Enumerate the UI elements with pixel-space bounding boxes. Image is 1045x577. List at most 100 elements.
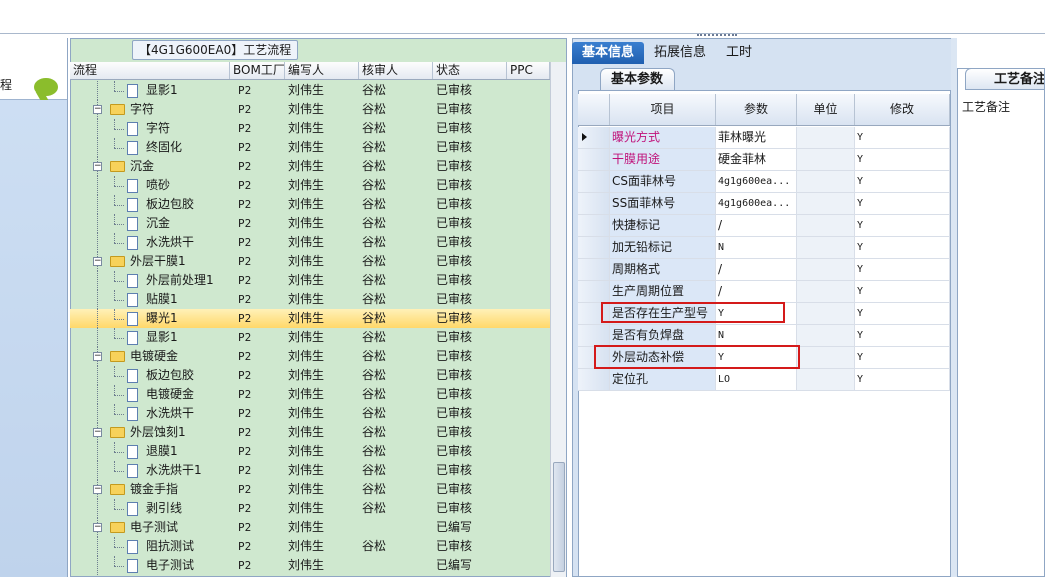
param-value-cell[interactable]: /: [716, 281, 797, 302]
param-value-cell[interactable]: /: [716, 259, 797, 280]
table-row[interactable]: 板边包胶 P2 刘伟生 谷松 已审核: [70, 366, 550, 385]
table-row[interactable]: CS面菲林号 4g1g600ea... Y: [578, 171, 950, 193]
col-header-flow[interactable]: 流程: [70, 62, 230, 79]
collapse-icon[interactable]: −: [93, 352, 102, 361]
table-row[interactable]: 显影1 P2 刘伟生 谷松 已审核: [70, 81, 550, 100]
bom-cell: P2: [238, 217, 252, 230]
table-row[interactable]: 沉金 P2 刘伟生 谷松 已审核: [70, 214, 550, 233]
tab-process-notes[interactable]: 工艺备注: [965, 68, 1045, 90]
param-item-cell: SS面菲林号: [610, 193, 716, 214]
collapse-icon[interactable]: −: [93, 257, 102, 266]
col-header-status[interactable]: 状态: [433, 62, 507, 79]
tab-extended-info[interactable]: 拓展信息: [644, 42, 716, 64]
tab-basic-info[interactable]: 基本信息: [572, 42, 645, 64]
col-header-reviewer[interactable]: 核审人: [359, 62, 433, 79]
row-indicator[interactable]: [578, 325, 610, 346]
reviewer-cell: 谷松: [362, 539, 387, 553]
subtab-basic-params[interactable]: 基本参数: [600, 68, 675, 90]
col-header-param[interactable]: 参数: [716, 94, 797, 125]
editor-cell: 刘伟生: [288, 425, 325, 439]
tab-work-hours[interactable]: 工时: [716, 42, 762, 64]
table-row[interactable]: 曝光1 P2 刘伟生 谷松 已审核: [70, 309, 550, 328]
table-row[interactable]: 定位孔 LO Y: [578, 369, 950, 391]
tree-line: [114, 376, 124, 377]
table-row[interactable]: 剥引线 P2 刘伟生 谷松 已审核: [70, 499, 550, 518]
row-indicator[interactable]: [578, 193, 610, 214]
col-header-unit[interactable]: 单位: [797, 94, 855, 125]
table-row[interactable]: − 沉金 P2 刘伟生 谷松 已审核: [70, 157, 550, 176]
row-indicator[interactable]: [578, 149, 610, 170]
speech-bubble-icon[interactable]: [34, 78, 58, 96]
table-row[interactable]: SS面菲林号 4g1g600ea... Y: [578, 193, 950, 215]
flow-vertical-scrollbar[interactable]: [550, 62, 566, 577]
row-indicator[interactable]: [578, 215, 610, 236]
row-indicator[interactable]: [578, 127, 610, 148]
table-row[interactable]: − 外层干膜1 P2 刘伟生 谷松 已审核: [70, 252, 550, 271]
param-value-cell[interactable]: /: [716, 215, 797, 236]
row-indicator[interactable]: [578, 259, 610, 280]
table-row[interactable]: 水洗烘干 P2 刘伟生 谷松 已审核: [70, 233, 550, 252]
param-item-cell: 生产周期位置: [610, 281, 716, 302]
param-value-cell[interactable]: 硬金菲林: [716, 149, 797, 170]
table-row[interactable]: 退膜1 P2 刘伟生 谷松 已审核: [70, 442, 550, 461]
flow-name-cell: − 电子测试: [70, 518, 230, 537]
tree-line: [97, 290, 98, 309]
ppc-cell: [507, 271, 550, 290]
collapse-icon[interactable]: −: [93, 162, 102, 171]
flow-name-cell: 曝光1: [70, 309, 230, 328]
row-indicator[interactable]: [578, 281, 610, 302]
table-row[interactable]: 生产周期位置 / Y: [578, 281, 950, 303]
col-header-item[interactable]: 项目: [610, 94, 716, 125]
table-row[interactable]: 外层前处理1 P2 刘伟生 谷松 已审核: [70, 271, 550, 290]
status-cell: 已审核: [436, 539, 473, 553]
table-row[interactable]: 电子测试 P2 刘伟生 已编写: [70, 556, 550, 575]
reviewer-cell: 谷松: [362, 349, 387, 363]
tree-line: [114, 499, 115, 509]
table-row[interactable]: 水洗烘干 P2 刘伟生 谷松 已审核: [70, 404, 550, 423]
table-row[interactable]: 贴膜1 P2 刘伟生 谷松 已审核: [70, 290, 550, 309]
param-value-cell[interactable]: N: [716, 237, 797, 258]
table-row[interactable]: 快捷标记 / Y: [578, 215, 950, 237]
row-indicator[interactable]: [578, 171, 610, 192]
collapse-icon[interactable]: −: [93, 105, 102, 114]
reviewer-cell: 谷松: [362, 482, 387, 496]
col-header-modify[interactable]: 修改: [855, 94, 950, 125]
table-row[interactable]: − 电镀硬金 P2 刘伟生 谷松 已审核: [70, 347, 550, 366]
table-row[interactable]: 周期格式 / Y: [578, 259, 950, 281]
table-row[interactable]: 是否有负焊盘 N Y: [578, 325, 950, 347]
collapse-icon[interactable]: −: [93, 428, 102, 437]
table-row[interactable]: 终固化 P2 刘伟生 谷松 已审核: [70, 138, 550, 157]
table-row[interactable]: 板边包胶 P2 刘伟生 谷松 已审核: [70, 195, 550, 214]
row-indicator[interactable]: [578, 369, 610, 390]
table-row[interactable]: 字符 P2 刘伟生 谷松 已审核: [70, 119, 550, 138]
param-value-cell[interactable]: LO: [716, 369, 797, 390]
col-header-bom[interactable]: BOM工厂: [230, 62, 285, 79]
table-row[interactable]: − 外层蚀刻1 P2 刘伟生 谷松 已审核: [70, 423, 550, 442]
scrollbar-thumb[interactable]: [553, 462, 565, 572]
status-cell: 已审核: [436, 368, 473, 382]
param-value-cell[interactable]: 4g1g600ea...: [716, 193, 797, 214]
param-value-cell[interactable]: 菲林曝光: [716, 127, 797, 148]
collapse-icon[interactable]: −: [93, 485, 102, 494]
table-row[interactable]: 喷砂 P2 刘伟生 谷松 已审核: [70, 176, 550, 195]
col-header-ppc[interactable]: PPC: [507, 62, 550, 79]
param-unit-cell: [797, 281, 855, 302]
table-row[interactable]: 干膜用途 硬金菲林 Y: [578, 149, 950, 171]
param-value-cell[interactable]: 4g1g600ea...: [716, 171, 797, 192]
file-icon: [127, 217, 138, 231]
table-row[interactable]: − 电子测试 P2 刘伟生 已编写: [70, 518, 550, 537]
col-header-editor[interactable]: 编写人: [285, 62, 359, 79]
table-row[interactable]: − 镀金手指 P2 刘伟生 谷松 已审核: [70, 480, 550, 499]
table-row[interactable]: 加无铅标记 N Y: [578, 237, 950, 259]
table-row[interactable]: 电镀硬金 P2 刘伟生 谷松 已审核: [70, 385, 550, 404]
table-row[interactable]: − 字符 P2 刘伟生 谷松 已审核: [70, 100, 550, 119]
flow-step-name: 镀金手指: [130, 482, 179, 496]
row-indicator[interactable]: [578, 237, 610, 258]
table-row[interactable]: 阻抗测试 P2 刘伟生 谷松 已审核: [70, 537, 550, 556]
table-row[interactable]: 曝光方式 菲林曝光 Y: [578, 127, 950, 149]
tree-line: [97, 366, 98, 385]
table-row[interactable]: 显影1 P2 刘伟生 谷松 已审核: [70, 328, 550, 347]
table-row[interactable]: 水洗烘干1 P2 刘伟生 谷松 已审核: [70, 461, 550, 480]
collapse-icon[interactable]: −: [93, 523, 102, 532]
param-value-cell[interactable]: N: [716, 325, 797, 346]
